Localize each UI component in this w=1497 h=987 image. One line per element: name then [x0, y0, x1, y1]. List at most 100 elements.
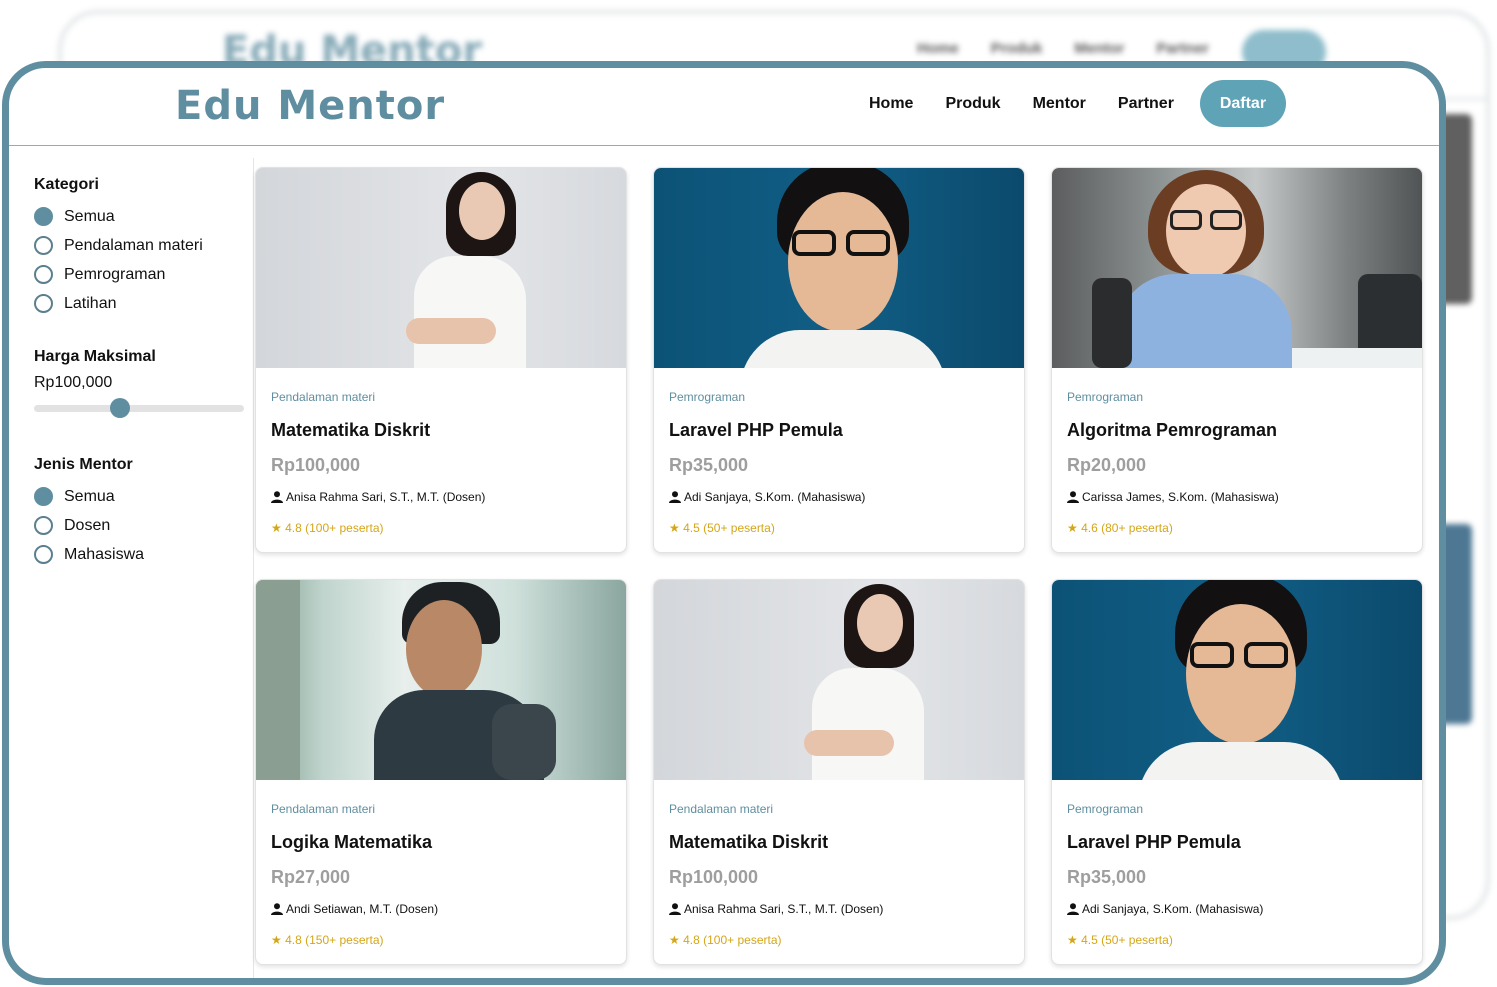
radio-checked-icon[interactable]	[34, 487, 53, 506]
course-mentor: Adi Sanjaya, S.Kom. (Mahasiswa)	[669, 490, 1009, 504]
mentor-type-option-dosen[interactable]: Dosen	[34, 511, 254, 540]
mentor-photo	[256, 168, 626, 368]
category-option-label: Pendalaman materi	[64, 236, 203, 254]
course-rating: ★ 4.8 (100+ peserta)	[669, 933, 782, 947]
mentor-type-option-label: Semua	[64, 487, 115, 505]
course-mentor-name: Adi Sanjaya, S.Kom. (Mahasiswa)	[1082, 902, 1264, 916]
course-category: Pendalaman materi	[669, 802, 774, 816]
user-icon	[1067, 903, 1079, 915]
course-rating: ★ 4.8 (100+ peserta)	[271, 521, 384, 535]
background-nav-home: Home	[917, 40, 959, 57]
price-slider-thumb[interactable]	[110, 398, 131, 418]
course-mentor: Adi Sanjaya, S.Kom. (Mahasiswa)	[1067, 902, 1407, 916]
radio-unchecked-icon[interactable]	[34, 516, 53, 535]
main-nav: Home Produk Mentor Partner Daftar	[853, 80, 1286, 127]
course-category: Pemrograman	[1067, 802, 1144, 816]
mentor-type-option-label: Dosen	[64, 516, 111, 534]
category-option-pemrograman[interactable]: Pemrograman	[34, 260, 254, 289]
mentor-type-filter: Jenis Mentor Semua Dosen Mahasiswa	[34, 456, 254, 569]
course-title[interactable]: Laravel PHP Pemula	[1067, 832, 1407, 853]
course-price: Rp27,000	[271, 867, 351, 887]
user-icon	[271, 491, 283, 503]
nav-mentor[interactable]: Mentor	[1033, 95, 1086, 113]
mentor-photo	[654, 580, 1024, 780]
category-option-label: Semua	[64, 207, 115, 225]
category-option-semua[interactable]: Semua	[34, 202, 254, 231]
user-icon	[1067, 491, 1079, 503]
nav-home[interactable]: Home	[869, 95, 913, 113]
radio-unchecked-icon[interactable]	[34, 265, 53, 284]
course-mentor: Andi Setiawan, M.T. (Dosen)	[271, 902, 611, 916]
background-nav-partner: Partner	[1156, 40, 1209, 57]
category-option-label: Pemrograman	[64, 265, 166, 283]
course-mentor: Carissa James, S.Kom. (Mahasiswa)	[1067, 490, 1407, 504]
course-title[interactable]: Matematika Diskrit	[271, 420, 611, 441]
category-filter-title: Kategori	[34, 176, 99, 193]
course-card[interactable]: Pendalaman materi Logika Matematika Rp27…	[255, 579, 627, 965]
course-card[interactable]: Pemrograman Laravel PHP Pemula Rp35,000 …	[653, 167, 1025, 553]
course-title[interactable]: Logika Matematika	[271, 832, 611, 853]
background-nav-mentor: Mentor	[1074, 40, 1125, 57]
mentor-photo	[1052, 580, 1422, 780]
course-category: Pendalaman materi	[271, 802, 376, 816]
price-filter-title: Harga Maksimal	[34, 348, 156, 365]
price-slider[interactable]	[34, 398, 244, 418]
mentor-photo	[256, 580, 626, 780]
course-title[interactable]: Matematika Diskrit	[669, 832, 1009, 853]
course-mentor-name: Anisa Rahma Sari, S.T., M.T. (Dosen)	[684, 902, 884, 916]
mentor-type-option-semua[interactable]: Semua	[34, 482, 254, 511]
mentor-type-option-mahasiswa[interactable]: Mahasiswa	[34, 540, 254, 569]
course-category: Pemrograman	[1067, 390, 1144, 404]
radio-unchecked-icon[interactable]	[34, 236, 53, 255]
background-nav-produk: Produk	[990, 40, 1043, 57]
course-mentor-name: Andi Setiawan, M.T. (Dosen)	[286, 902, 439, 916]
course-rating: ★ 4.5 (50+ peserta)	[669, 521, 775, 535]
course-rating: ★ 4.8 (150+ peserta)	[271, 933, 384, 947]
course-price: Rp100,000	[271, 455, 361, 475]
price-filter: Harga Maksimal Rp100,000	[34, 348, 254, 418]
mentor-photo	[1052, 168, 1422, 368]
radio-unchecked-icon[interactable]	[34, 294, 53, 313]
radio-checked-icon[interactable]	[34, 207, 53, 226]
price-slider-track[interactable]	[34, 405, 244, 412]
user-icon	[669, 903, 681, 915]
header: Edu Mentor Home Produk Mentor Partner Da…	[9, 68, 1439, 146]
user-icon	[271, 903, 283, 915]
category-filter: Kategori Semua Pendalaman materi Pemrogr…	[34, 176, 254, 318]
mentor-photo	[654, 168, 1024, 368]
course-card[interactable]: Pemrograman Laravel PHP Pemula Rp35,000 …	[1051, 579, 1423, 965]
course-mentor: Anisa Rahma Sari, S.T., M.T. (Dosen)	[669, 902, 1009, 916]
category-option-latihan[interactable]: Latihan	[34, 289, 254, 318]
course-card[interactable]: Pemrograman Algoritma Pemrograman Rp20,0…	[1051, 167, 1423, 553]
category-option-label: Latihan	[64, 294, 117, 312]
course-mentor-name: Anisa Rahma Sari, S.T., M.T. (Dosen)	[286, 490, 486, 504]
nav-partner[interactable]: Partner	[1118, 95, 1174, 113]
main-window: Edu Mentor Home Produk Mentor Partner Da…	[2, 61, 1446, 985]
mentor-type-option-label: Mahasiswa	[64, 545, 145, 563]
course-rating: ★ 4.6 (80+ peserta)	[1067, 521, 1173, 535]
daftar-button[interactable]: Daftar	[1199, 80, 1286, 127]
course-card[interactable]: Pendalaman materi Matematika Diskrit Rp1…	[255, 167, 627, 553]
course-price: Rp100,000	[669, 867, 759, 887]
course-mentor: Anisa Rahma Sari, S.T., M.T. (Dosen)	[271, 490, 611, 504]
course-price: Rp35,000	[1067, 867, 1147, 887]
mentor-type-filter-title: Jenis Mentor	[34, 456, 133, 473]
course-mentor-name: Adi Sanjaya, S.Kom. (Mahasiswa)	[684, 490, 866, 504]
course-title[interactable]: Algoritma Pemrograman	[1067, 420, 1407, 441]
background-nav: Home Produk Mentor Partner	[917, 40, 1209, 57]
user-icon	[669, 491, 681, 503]
logo[interactable]: Edu Mentor	[175, 83, 445, 129]
nav-produk[interactable]: Produk	[945, 95, 1000, 113]
filter-sidebar: Kategori Semua Pendalaman materi Pemrogr…	[34, 176, 254, 599]
price-filter-value: Rp100,000	[34, 374, 113, 391]
course-card[interactable]: Pendalaman materi Matematika Diskrit Rp1…	[653, 579, 1025, 965]
course-price: Rp20,000	[1067, 455, 1147, 475]
course-title[interactable]: Laravel PHP Pemula	[669, 420, 1009, 441]
course-category: Pemrograman	[669, 390, 746, 404]
course-category: Pendalaman materi	[271, 390, 376, 404]
radio-unchecked-icon[interactable]	[34, 545, 53, 564]
course-rating: ★ 4.5 (50+ peserta)	[1067, 933, 1173, 947]
category-option-pendalaman-materi[interactable]: Pendalaman materi	[34, 231, 254, 260]
course-mentor-name: Carissa James, S.Kom. (Mahasiswa)	[1082, 490, 1279, 504]
course-price: Rp35,000	[669, 455, 749, 475]
